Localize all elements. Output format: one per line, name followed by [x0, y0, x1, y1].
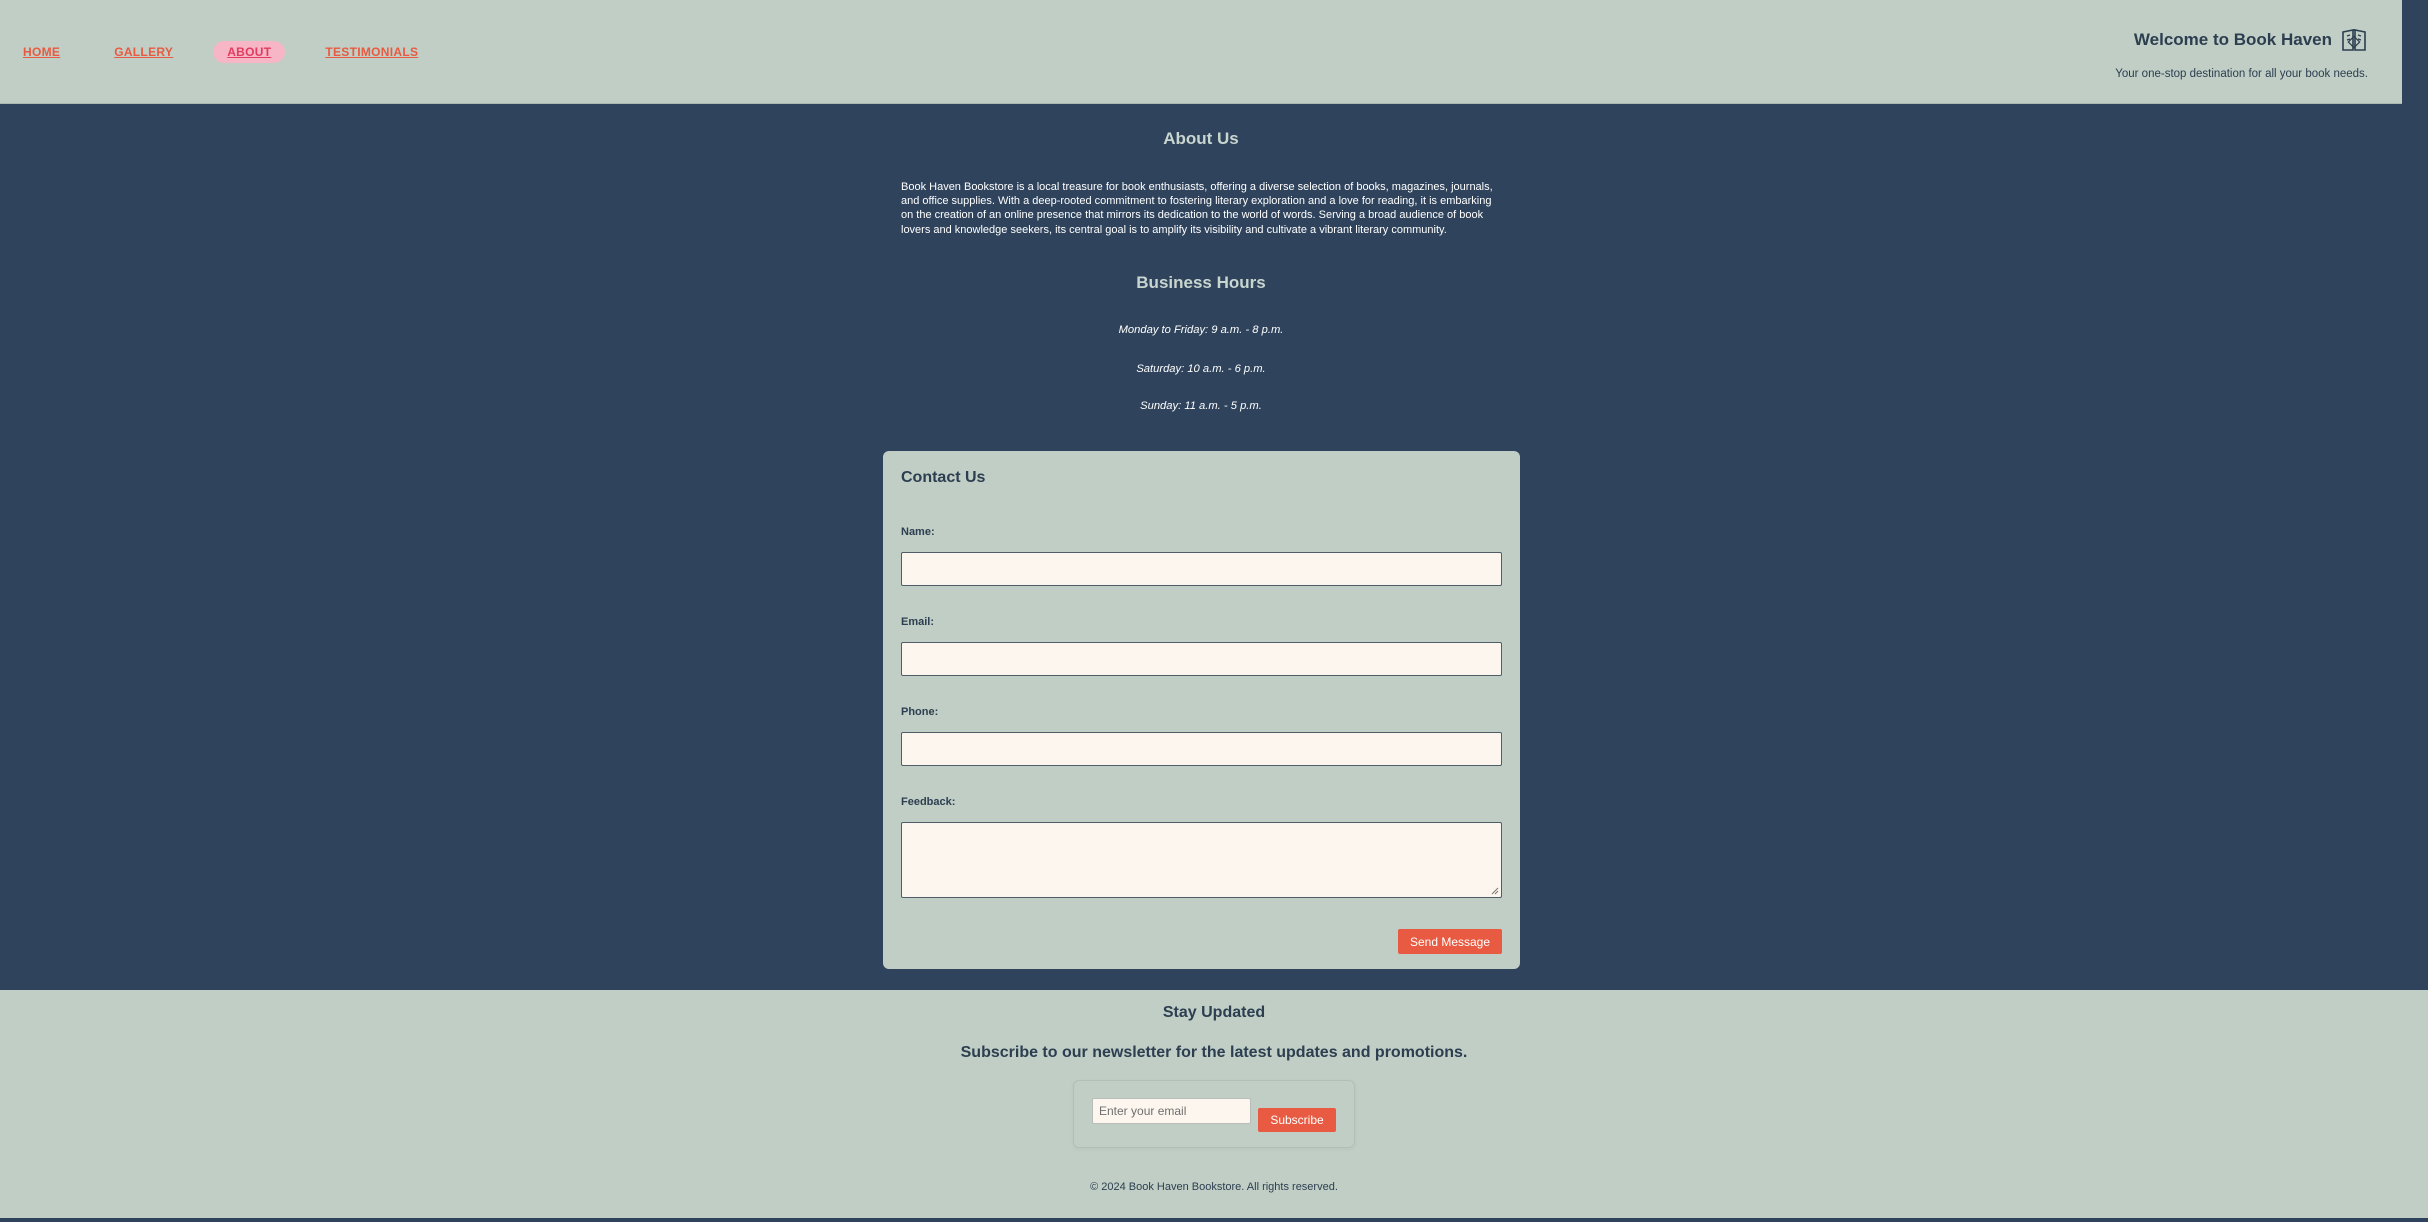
brand: Welcome to Book Haven Your one-stop dest…	[2115, 26, 2368, 80]
phone-label: Phone:	[901, 706, 939, 718]
nav-link-home[interactable]: HOME	[23, 45, 60, 59]
site-header: HOME GALLERY ABOUT TESTIMONIALS Welcome …	[0, 0, 2402, 104]
email-field[interactable]	[901, 642, 1502, 676]
about-title: About Us	[1163, 129, 1239, 148]
hours-saturday: Saturday: 10 a.m. - 6 p.m.	[1136, 363, 1266, 375]
contact-title: Contact Us	[901, 469, 986, 486]
site-tagline: Your one-stop destination for all your b…	[2115, 68, 2368, 80]
main-nav: HOME GALLERY ABOUT TESTIMONIALS	[23, 40, 472, 64]
send-message-button[interactable]: Send Message	[1398, 929, 1502, 954]
copyright: © 2024 Book Haven Bookstore. All rights …	[1090, 1181, 1338, 1193]
email-label: Email:	[901, 616, 935, 628]
feedback-label: Feedback:	[901, 796, 956, 808]
subscribe-button[interactable]: Subscribe	[1258, 1108, 1336, 1132]
bottom-divider	[0, 1218, 2428, 1220]
nav-link-about[interactable]: ABOUT	[213, 41, 286, 63]
about-text: Book Haven Bookstore is a local treasure…	[901, 181, 1493, 236]
site-footer: Stay Updated Subscribe to our newsletter…	[0, 990, 2428, 1220]
book-icon	[2340, 26, 2368, 54]
name-label: Name:	[901, 526, 935, 538]
brand-row: Welcome to Book Haven	[2115, 26, 2368, 54]
name-field[interactable]	[901, 552, 1502, 586]
hours-weekday: Monday to Friday: 9 a.m. - 8 p.m.	[1118, 324, 1284, 336]
feedback-textarea[interactable]	[901, 822, 1502, 898]
hours-sunday: Sunday: 11 a.m. - 5 p.m.	[1140, 400, 1262, 412]
nav-link-gallery[interactable]: GALLERY	[114, 45, 173, 59]
hours-title: Business Hours	[1136, 273, 1266, 292]
newsletter-title: Stay Updated	[1162, 1004, 1266, 1021]
newsletter-email-input[interactable]: Enter your email	[1092, 1098, 1251, 1124]
nav-link-testimonials[interactable]: TESTIMONIALS	[325, 45, 418, 59]
resize-grip-icon[interactable]	[1491, 887, 1499, 895]
phone-field[interactable]	[901, 732, 1502, 766]
contact-form: Contact Us Name: Email: Phone: Feedback:…	[883, 451, 1520, 969]
newsletter-subtitle: Subscribe to our newsletter for the late…	[960, 1044, 1468, 1061]
main-content: About Us Book Haven Bookstore is a local…	[0, 105, 2428, 990]
site-title: Welcome to Book Haven	[2133, 30, 2332, 49]
